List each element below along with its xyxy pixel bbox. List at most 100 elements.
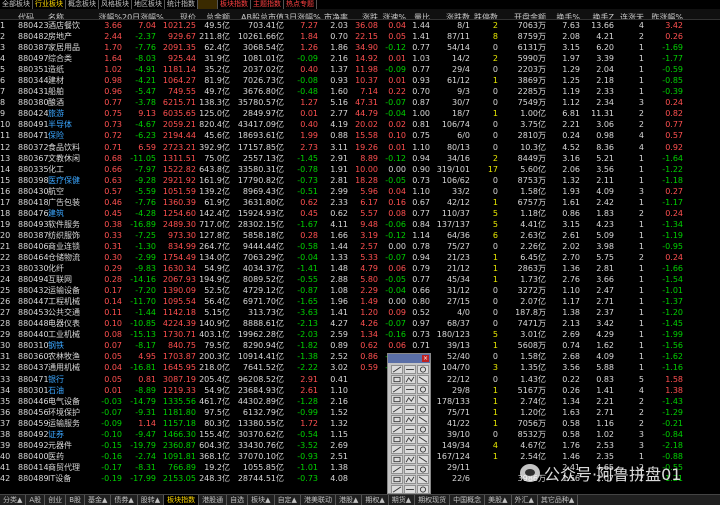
lock-tool-icon[interactable] (391, 445, 403, 454)
table-row[interactable]: 27 880453公共交通 0.11 -1.44 1142.18 5.15亿 313.73亿… (0, 307, 720, 318)
bottom-tab-13[interactable]: 港股▲ (336, 495, 363, 505)
table-row[interactable]: 11 880471保险 0.72 -6.23 2194.44 45.6亿 18693.61亿… (0, 130, 720, 141)
undo-tool-icon[interactable] (417, 475, 429, 484)
table-row[interactable]: 20 880387纺织服饰 0.33 -7.25 973.30 127.8亿 5858.18… (0, 230, 720, 241)
column-header-6[interactable]: 总金额 (196, 12, 230, 19)
bottom-tab-6[interactable]: 股转▲ (138, 495, 165, 505)
arrow-tool-icon[interactable] (417, 405, 429, 414)
table-row[interactable]: 26 880447工程机械 0.14 -11.70 1095.54 56.4亿 6971.7… (0, 296, 720, 307)
angle-tool-icon[interactable] (417, 395, 429, 404)
table-row[interactable]: 31 880360农林牧渔 0.05 4.95 1703.87 200.3亿 10914.4… (0, 351, 720, 362)
ellipse-tool-icon[interactable] (417, 385, 429, 394)
table-row[interactable]: 33 880471银行 0.05 0.81 3087.19 205.4亿 96208.52亿… (0, 374, 720, 385)
price-tool-icon[interactable] (391, 435, 403, 444)
top-tab-5[interactable]: 统计指数 (165, 0, 198, 9)
bottom-tab-10[interactable]: 板块▲ (248, 495, 275, 505)
load-tool-icon[interactable] (404, 455, 416, 464)
up-mark-icon[interactable] (391, 465, 403, 474)
cycle-tool-icon[interactable] (417, 425, 429, 434)
channel-tool-icon[interactable] (391, 375, 403, 384)
select-tool-icon[interactable] (404, 475, 416, 484)
table-row[interactable]: 1 880423酒店餐饮 3.66 7.04 1021.25 49.5亿 703.41亿 7.… (0, 20, 720, 31)
column-header-11[interactable]: 涨速% (378, 12, 406, 19)
magnet-tool-icon[interactable] (417, 485, 429, 494)
table-row[interactable]: 6 880344建材 0.98 -4.21 1064.27 81.9亿 7026.73亿 -0… (0, 75, 720, 86)
top-tab-0[interactable]: 全部板块 (0, 0, 33, 9)
grid-tool-icon[interactable] (391, 425, 403, 434)
table-row[interactable]: 21 880406商业连锁 0.31 -1.30 834.99 264.7亿 9444.44… (0, 241, 720, 252)
table-row[interactable]: 25 880432运输设备 0.17 -7.20 1390.09 52.5亿 4729.12… (0, 285, 720, 296)
column-header-17[interactable]: 换手Z (580, 12, 614, 19)
table-row[interactable]: 38 880492证券 -0.10 -9.47 1466.30 155.4亿 30370.6… (0, 429, 720, 440)
close-icon[interactable]: × (422, 355, 429, 362)
mark-tool-icon[interactable] (404, 435, 416, 444)
column-header-18[interactable]: 连涨天 (614, 12, 644, 19)
top-tab-8[interactable]: 主题指数 (251, 0, 284, 9)
delete-tool-icon[interactable] (417, 445, 429, 454)
table-row[interactable]: 3 880387家居用品 1.70 -7.76 2091.35 62.4亿 3068.54亿… (0, 42, 720, 53)
table-row[interactable]: 13 880367文教休闲 0.68 -11.05 1311.51 75.0亿 2557.1… (0, 153, 720, 164)
arc-tool-icon[interactable] (391, 385, 403, 394)
table-row[interactable]: 29 880440工业机械 0.08 -15.13 1730.71 403.1亿 19962… (0, 329, 720, 340)
top-tab-2[interactable]: 概念板块 (66, 0, 99, 9)
text-tool-icon[interactable] (391, 415, 403, 424)
bottom-tab-9[interactable]: 自选 (227, 495, 249, 505)
table-row[interactable]: 5 880351造纸 1.02 -4.91 1181.14 35.2亿 2037.02亿 0.… (0, 64, 720, 75)
toolbox-titlebar[interactable]: × (388, 354, 430, 363)
bottom-tab-0[interactable]: 分类▲ (0, 495, 27, 505)
column-header-15[interactable]: 开盘金额 (498, 12, 546, 19)
measure-tool-icon[interactable] (391, 475, 403, 484)
column-header-12[interactable]: 量比 (406, 12, 430, 19)
table-row[interactable]: 12 880372食品饮料 0.71 6.59 2723.21 392.9亿 17157.8… (0, 142, 720, 153)
table-row[interactable]: 18 880476建筑 0.45 -4.28 1254.60 142.4亿 15924.93… (0, 208, 720, 219)
table-row[interactable]: 36 880456环境保护 -0.07 -9.31 1181.80 97.5亿 6132.7… (0, 407, 720, 418)
column-header-3[interactable]: 涨幅% (90, 12, 122, 19)
top-tab-9[interactable]: 热点专题 (284, 0, 317, 9)
drawing-toolbox[interactable]: × (387, 353, 431, 494)
table-row[interactable]: 15 880398医疗保健 0.63 -9.28 2921.92 161.9亿 17790.… (0, 175, 720, 186)
top-tab-7[interactable]: 板块指数 (218, 0, 251, 9)
column-header-1[interactable]: 代码 (18, 12, 48, 19)
table-row[interactable]: 7 880431船舶 0.96 -5.47 749.55 49.7亿 3676.80亿 -0.… (0, 86, 720, 97)
redo-tool-icon[interactable] (391, 485, 403, 494)
column-header-10[interactable]: 涨跌 (348, 12, 378, 19)
column-header-19[interactable]: 昨涨幅% (644, 12, 683, 19)
table-row[interactable]: 19 880493软件服务 0.38 -16.89 2489.30 717.0亿 28302… (0, 219, 720, 230)
line-tool-icon[interactable] (391, 365, 403, 374)
bottom-tab-18[interactable]: 美股▲ (485, 495, 512, 505)
top-tab-6[interactable] (198, 0, 218, 9)
bottom-tab-16[interactable]: 期权现货 (415, 495, 451, 505)
table-row[interactable]: 8 880380酿酒 0.77 -3.78 6215.71 138.3亿 35780.57亿… (0, 97, 720, 108)
table-row[interactable]: 30 880310钢铁 0.07 -8.17 840.75 79.5亿 8290.94亿 -1… (0, 340, 720, 351)
eraser-tool-icon[interactable] (417, 435, 429, 444)
table-row[interactable]: 23 880330化纤 0.29 -9.83 1630.34 54.9亿 4034.37亿 -… (0, 263, 720, 274)
column-header-9[interactable]: 市净率 (318, 12, 348, 19)
period-tool-icon[interactable] (404, 415, 416, 424)
bottom-tab-7[interactable]: 板块指数 (164, 495, 200, 505)
table-row[interactable]: 28 880448电器仪表 0.10 -10.85 4224.39 140.9亿 8888.… (0, 318, 720, 329)
circle-tool-icon[interactable] (404, 385, 416, 394)
fib-tool-icon[interactable] (391, 395, 403, 404)
save-tool-icon[interactable] (391, 455, 403, 464)
cross-tool-icon[interactable] (417, 375, 429, 384)
column-header-4[interactable]: 20日涨幅% (122, 12, 164, 19)
column-header-16[interactable]: 换手% (546, 12, 580, 19)
column-header-13[interactable]: 涨跌数 (430, 12, 470, 19)
table-row[interactable]: 10 880491半导体 0.73 -4.67 2059.21 820.4亿 43417.0… (0, 119, 720, 130)
ray-tool-icon[interactable] (404, 365, 416, 374)
bottom-tab-2[interactable]: 创业 (45, 495, 67, 505)
top-tab-4[interactable]: 地区板块 (132, 0, 165, 9)
table-row[interactable]: 2 880482房地产 2.44 -2.37 929.67 211.8亿 10261.66亿… (0, 31, 720, 42)
bottom-tab-3[interactable]: B股 (66, 495, 85, 505)
segment-tool-icon[interactable] (417, 365, 429, 374)
bottom-tab-1[interactable]: A股 (26, 495, 46, 505)
top-tab-3[interactable]: 风格板块 (99, 0, 132, 9)
bottom-tab-11[interactable]: 自定▲ (275, 495, 301, 505)
table-row[interactable]: 32 880437通用机械 0.04 -16.81 1645.95 218.0亿 7641.… (0, 362, 720, 373)
column-header-8[interactable]: 3日涨幅% (284, 12, 321, 19)
table-row[interactable]: 34 880301石油 0.01 -8.89 1219.33 54.9亿 23684.93亿… (0, 385, 720, 396)
column-header-0[interactable] (0, 9, 18, 19)
table-row[interactable]: 17 880418广告包装 0.46 -7.76 1360.39 61.9亿 3631.80… (0, 197, 720, 208)
gann-tool-icon[interactable] (404, 395, 416, 404)
hide-tool-icon[interactable] (404, 445, 416, 454)
